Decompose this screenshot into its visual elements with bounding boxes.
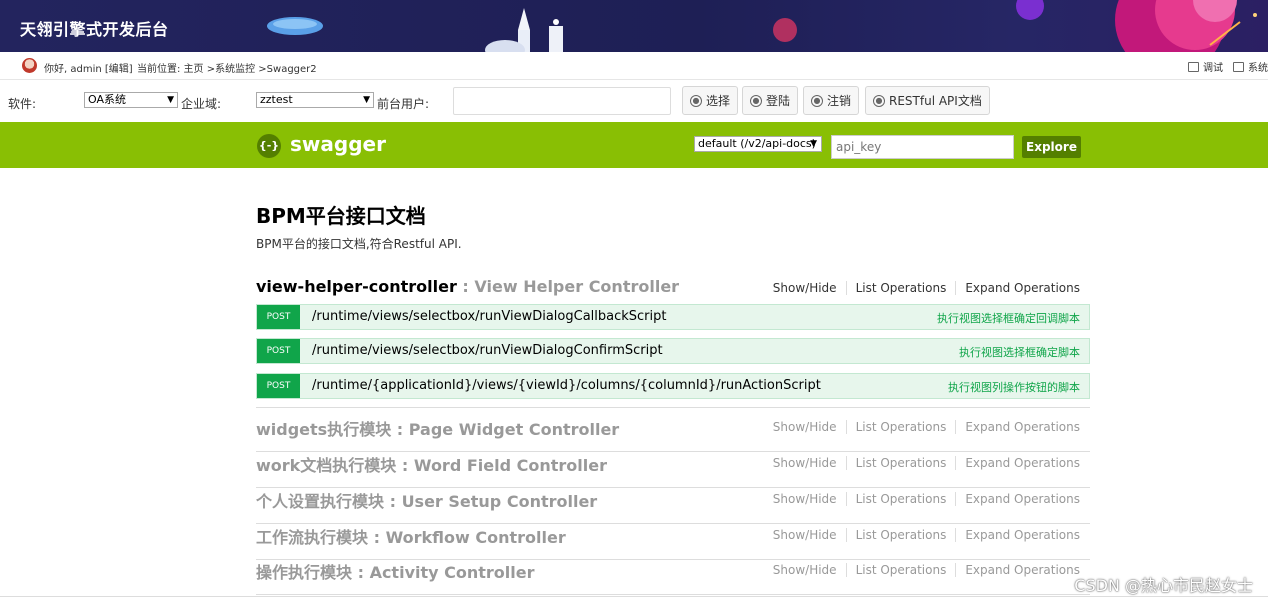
select-button[interactable]: ● 选择	[682, 86, 739, 115]
resource-ops: Show/Hide List Operations Expand Operati…	[764, 456, 1080, 470]
method-badge[interactable]: POST	[257, 339, 300, 363]
resource-title[interactable]: 个人设置执行模块 : User Setup Controller	[256, 488, 597, 512]
show-hide-link[interactable]: Show/Hide	[764, 456, 847, 470]
swagger-header: {-} swagger default (/v2/api-docs) ▼ api_…	[0, 122, 1268, 168]
list-operations-link[interactable]: List Operations	[847, 492, 957, 506]
resource-title[interactable]: work文档执行模块 : Word Field Controller	[256, 452, 607, 476]
avatar	[22, 58, 37, 73]
operation-summary[interactable]: 执行视图列操作按钮的脚本	[948, 379, 1080, 395]
logout-button[interactable]: ● 注销	[803, 86, 860, 115]
swagger-name[interactable]: swagger	[290, 132, 386, 156]
login-icon: ●	[750, 94, 762, 107]
explore-button[interactable]: Explore	[1022, 136, 1081, 158]
select-icon: ●	[690, 94, 702, 107]
debug-icon	[1188, 61, 1199, 72]
domain-label: 企业域:	[181, 97, 222, 111]
domain-select[interactable]: zztest ▼	[256, 92, 374, 108]
swagger-logo-icon: {-}	[257, 134, 281, 158]
info-bar: 你好, admin [编辑] 当前位置: 主页 >系统监控 >Swagger2 …	[0, 52, 1268, 80]
resource-title[interactable]: widgets执行模块 : Page Widget Controller	[256, 416, 619, 440]
banner-decoration	[267, 0, 1257, 52]
operation-row[interactable]: POST /runtime/{applicationId}/views/{vie…	[256, 373, 1090, 399]
user-greeting[interactable]: 你好, admin [编辑]	[44, 60, 133, 75]
resource-title[interactable]: view-helper-controller : View Helper Con…	[256, 277, 679, 296]
operation-path[interactable]: /runtime/{applicationId}/views/{viewId}/…	[312, 378, 821, 393]
resource-ops: Show/Hide List Operations Expand Operati…	[764, 492, 1080, 506]
resource-ops: Show/Hide List Operations Expand Operati…	[764, 563, 1080, 577]
expand-operations-link[interactable]: Expand Operations	[956, 456, 1080, 470]
logout-icon: ●	[811, 94, 823, 107]
system-button[interactable]: 系统	[1233, 59, 1268, 74]
top-banner: 天翎引擎式开发后台	[0, 0, 1268, 52]
list-operations-link[interactable]: List Operations	[847, 420, 957, 434]
operation-row[interactable]: POST /runtime/views/selectbox/runViewDia…	[256, 338, 1090, 364]
resource-view-helper: view-helper-controller : View Helper Con…	[256, 277, 1090, 307]
expand-operations-link[interactable]: Expand Operations	[956, 281, 1080, 295]
expand-operations-link[interactable]: Expand Operations	[956, 492, 1080, 506]
resource-workflow: 工作流执行模块 : Workflow Controller Show/Hide …	[256, 524, 1090, 560]
spec-select[interactable]: default (/v2/api-docs) ▼	[694, 136, 822, 152]
resource-widgets: widgets执行模块 : Page Widget Controller Sho…	[256, 416, 1090, 452]
frontend-user-label: 前台用户:	[377, 97, 430, 111]
page-title: BPM平台接口文档	[256, 204, 426, 228]
expand-operations-link[interactable]: Expand Operations	[956, 420, 1080, 434]
api-key-input[interactable]: api_key	[831, 135, 1014, 159]
api-doc-button[interactable]: ● RESTful API文档	[865, 86, 990, 115]
operation-summary[interactable]: 执行视图选择框确定回调脚本	[937, 310, 1080, 326]
operation-row[interactable]: POST /runtime/views/selectbox/runViewDia…	[256, 304, 1090, 330]
debug-button[interactable]: 调试	[1188, 59, 1223, 74]
method-badge[interactable]: POST	[257, 374, 300, 398]
resource-word-field: work文档执行模块 : Word Field Controller Show/…	[256, 452, 1090, 488]
system-icon	[1233, 61, 1244, 72]
breadcrumb: 当前位置: 主页 >系统监控 >Swagger2	[137, 64, 317, 75]
resource-ops: Show/Hide List Operations Expand Operati…	[764, 420, 1080, 434]
operation-path[interactable]: /runtime/views/selectbox/runViewDialogCo…	[312, 343, 663, 358]
list-operations-link[interactable]: List Operations	[847, 281, 957, 295]
expand-operations-link[interactable]: Expand Operations	[956, 563, 1080, 577]
list-operations-link[interactable]: List Operations	[847, 563, 957, 577]
watermark: CSDN @热心市民赵女士	[1074, 576, 1253, 595]
show-hide-link[interactable]: Show/Hide	[764, 492, 847, 506]
show-hide-link[interactable]: Show/Hide	[764, 563, 847, 577]
operation-summary[interactable]: 执行视图选择框确定脚本	[959, 344, 1080, 360]
expand-operations-link[interactable]: Expand Operations	[956, 528, 1080, 542]
api-doc-icon: ●	[873, 94, 885, 107]
resource-ops: Show/Hide List Operations Expand Operati…	[764, 528, 1080, 542]
status-bar	[0, 596, 1268, 604]
method-badge[interactable]: POST	[257, 305, 300, 329]
frontend-user-input[interactable]	[453, 87, 671, 115]
operation-path[interactable]: /runtime/views/selectbox/runViewDialogCa…	[312, 309, 667, 324]
resource-activity: 操作执行模块 : Activity Controller Show/Hide L…	[256, 559, 1090, 595]
page-description: BPM平台的接口文档,符合Restful API.	[256, 237, 462, 251]
software-label: 软件:	[8, 97, 37, 111]
resource-title[interactable]: 工作流执行模块 : Workflow Controller	[256, 524, 566, 548]
list-operations-link[interactable]: List Operations	[847, 456, 957, 470]
resource-title[interactable]: 操作执行模块 : Activity Controller	[256, 559, 535, 583]
filter-bar: 软件: OA系统 ▼ 企业域: zztest ▼ 前台用户: ● 选择 ● 登陆 ●…	[0, 81, 1268, 121]
resource-ops: Show/Hide List Operations Expand Operati…	[764, 281, 1080, 295]
software-select[interactable]: OA系统 ▼	[84, 92, 178, 108]
list-operations-link[interactable]: List Operations	[847, 528, 957, 542]
show-hide-link[interactable]: Show/Hide	[764, 420, 847, 434]
login-button[interactable]: ● 登陆	[742, 86, 799, 115]
app-title: 天翎引擎式开发后台	[20, 20, 169, 39]
show-hide-link[interactable]: Show/Hide	[764, 281, 847, 295]
resource-user-setup: 个人设置执行模块 : User Setup Controller Show/Hi…	[256, 488, 1090, 524]
show-hide-link[interactable]: Show/Hide	[764, 528, 847, 542]
